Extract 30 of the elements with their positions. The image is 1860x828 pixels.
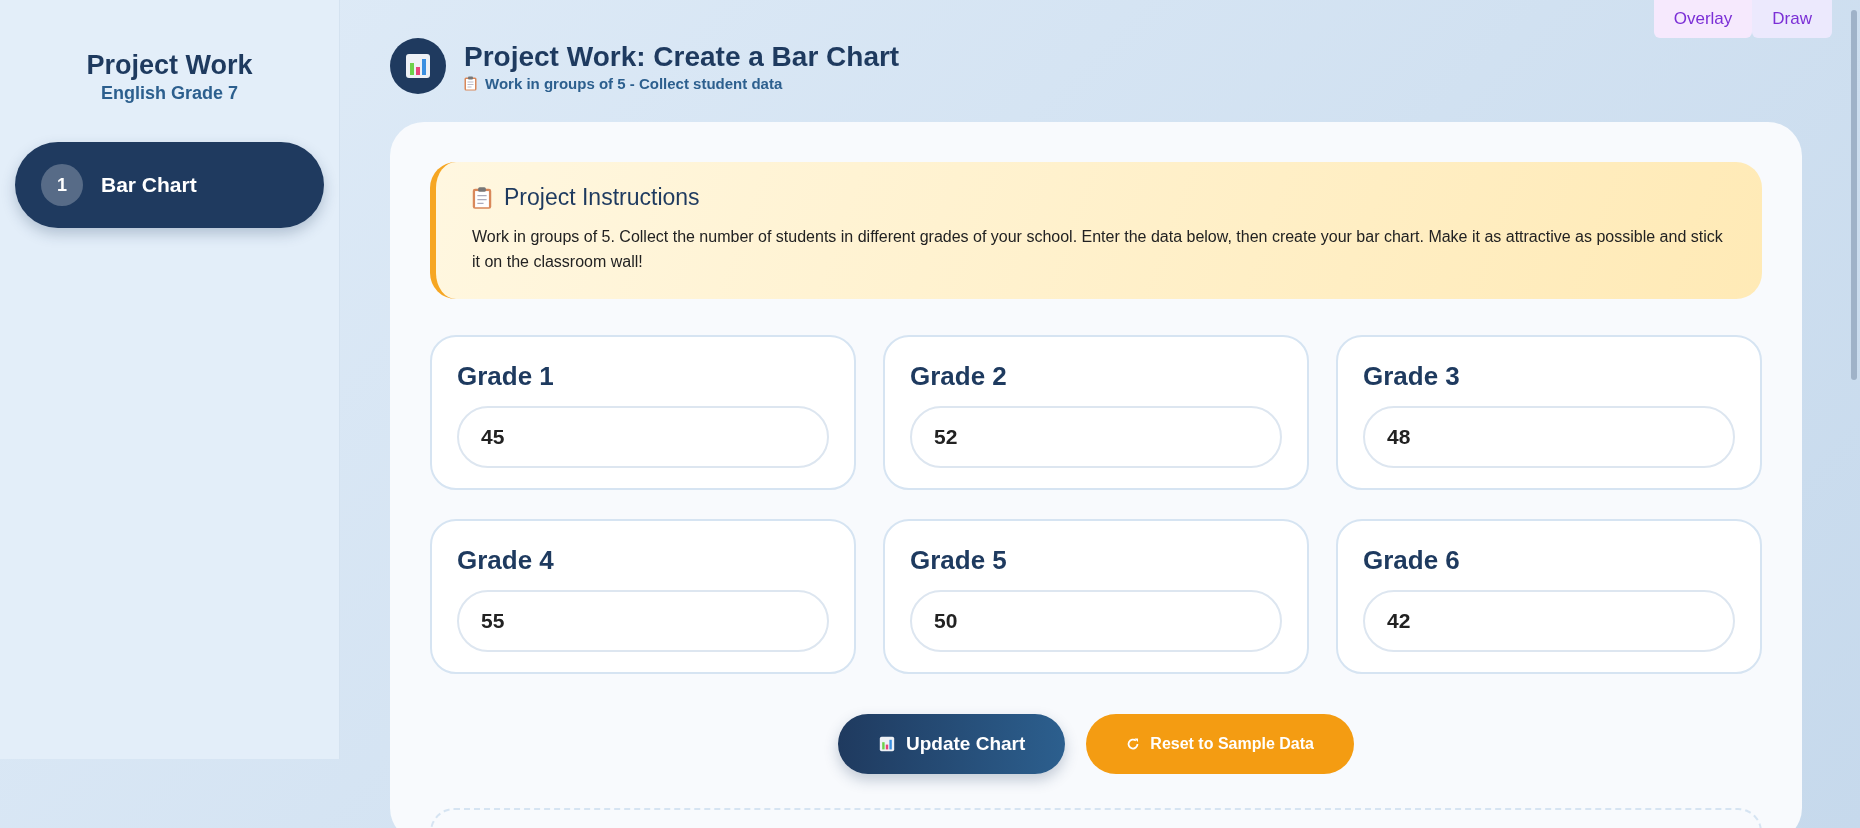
instructions-title: Project Instructions	[504, 184, 700, 211]
chart-logo-icon	[390, 38, 446, 94]
clipboard-icon	[472, 185, 492, 210]
grade-label: Grade 4	[457, 544, 555, 576]
bar-chart-icon	[878, 734, 897, 753]
refresh-icon	[1126, 736, 1141, 751]
sidebar-subtitle: English Grade 7	[99, 83, 239, 104]
sidebar-item-label: Bar Chart	[101, 173, 197, 197]
grade-label: Grade 6	[1363, 544, 1461, 576]
grade-label: Grade 3	[1363, 360, 1461, 392]
sidebar-item[interactable]: 1 Bar Chart	[15, 142, 324, 228]
input-field[interactable]: 45	[457, 405, 829, 468]
clipboard-icon	[464, 75, 477, 91]
input-field[interactable]: 52	[910, 405, 1282, 468]
sidebar-title: Project Work	[85, 50, 254, 81]
toolbar-button[interactable]: Overlay	[1653, 0, 1753, 38]
step-number: 1	[41, 164, 83, 206]
grade-label: Grade 5	[910, 544, 1008, 576]
scrollbar[interactable]	[1851, 10, 1857, 380]
input-field[interactable]: 48	[1363, 405, 1735, 468]
instructions-text: Work in groups of 5. Collect the number of students in different grades of your school. Enter the data below, then create your bar chart. Make it as attractive as possible and stick it on the classroom wall!	[472, 227, 1724, 272]
input-field[interactable]: 55	[457, 589, 829, 652]
grade-label: Grade 2	[910, 360, 1008, 392]
page-title: Project Work: Create a Bar Chart	[464, 40, 900, 73]
input-field[interactable]: 50	[910, 589, 1282, 652]
grade-label: Grade 1	[457, 360, 555, 392]
toolbar-button[interactable]: Draw	[1752, 0, 1832, 38]
input-field[interactable]: 42	[1363, 589, 1735, 652]
page-subtitle: Work in groups of 5 - Collect student data	[485, 74, 783, 92]
action-button[interactable]: Update Chart	[838, 713, 1066, 774]
